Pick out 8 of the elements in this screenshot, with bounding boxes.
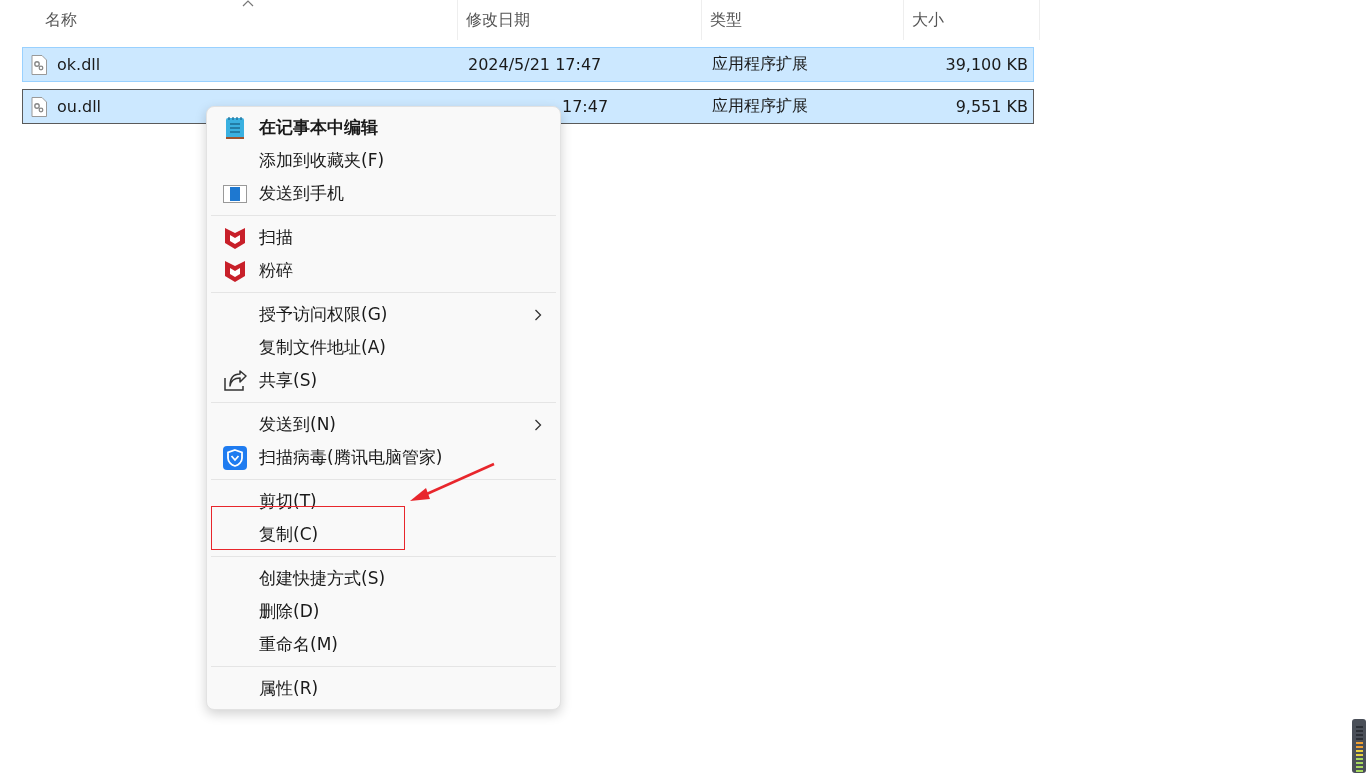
file-size: 39,100 KB xyxy=(945,55,1028,74)
file-name: ok.dll xyxy=(57,55,101,74)
file-size: 9,551 KB xyxy=(955,97,1028,116)
file-type: 应用程序扩展 xyxy=(712,96,808,117)
modified-date: 2024/5/21 17:47 xyxy=(468,55,602,74)
modified-date: 17:47 xyxy=(562,97,609,116)
file-type: 应用程序扩展 xyxy=(712,54,808,75)
file-name: ou.dll xyxy=(57,97,102,116)
